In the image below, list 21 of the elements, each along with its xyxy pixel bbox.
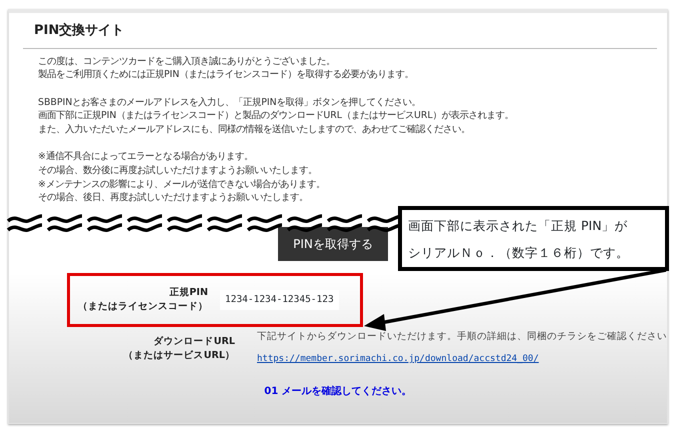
field-label: （またはライセンスコード） [77, 300, 208, 314]
text-line: ※メンテナンスの影響により、メールが送信できない場合があります。 [38, 178, 326, 192]
text-line: この度は、コンテンツカードをご購入頂き誠にありがとうございました。 [38, 54, 336, 68]
text-line: 製品をご利用頂くためには正規PIN（またはライセンスコード）を取得する必要があります。 [38, 68, 414, 82]
pin-value: 1234-1234-12345-123 [220, 290, 339, 310]
get-pin-button[interactable]: PINを取得する [278, 226, 388, 261]
download-note: 下記サイトからダウンロードいただけます。手順の詳細は、同梱のチラシをご確認ください [257, 330, 667, 344]
download-link[interactable]: https://member.sorimachi.co.jp/download/accstd24_00/ [257, 354, 539, 364]
field-label: （またはサービスURL） [122, 349, 235, 364]
text-line: SBBPINとお客さまのメールアドレスを入力し、「正規PINを取得」ボタンを押してください。 [38, 96, 422, 110]
callout-text: 画面下部に表示された「正規 PIN」が [408, 217, 629, 235]
field-label: ダウンロードURL [152, 335, 235, 350]
page-title: PIN交換サイト [34, 22, 126, 40]
text-line: また、入力いただいたメールアドレスにも、同様の情報を送信いたしますので、あわせてご確認ください。 [38, 122, 471, 136]
callout-text: シリアルＮｏ．（数字１６桁）です。 [408, 244, 630, 262]
status-message: 01 メールを確認してください。 [263, 384, 413, 400]
field-label: 正規PIN [168, 286, 208, 300]
text-line: ※通信不具合によってエラーとなる場合があります。 [38, 150, 254, 164]
text-line: その場合、後日、再度お試しいただけますようお願いいたします。 [38, 191, 309, 205]
text-line: その場合、数分後に再度お試しいただけますようお願いいたします。 [38, 164, 318, 178]
text-line: 画面下部に正規PIN（またはライセンスコード）と製品のダウンロードURL（またはサービスURL）が表示されます。 [38, 109, 515, 123]
